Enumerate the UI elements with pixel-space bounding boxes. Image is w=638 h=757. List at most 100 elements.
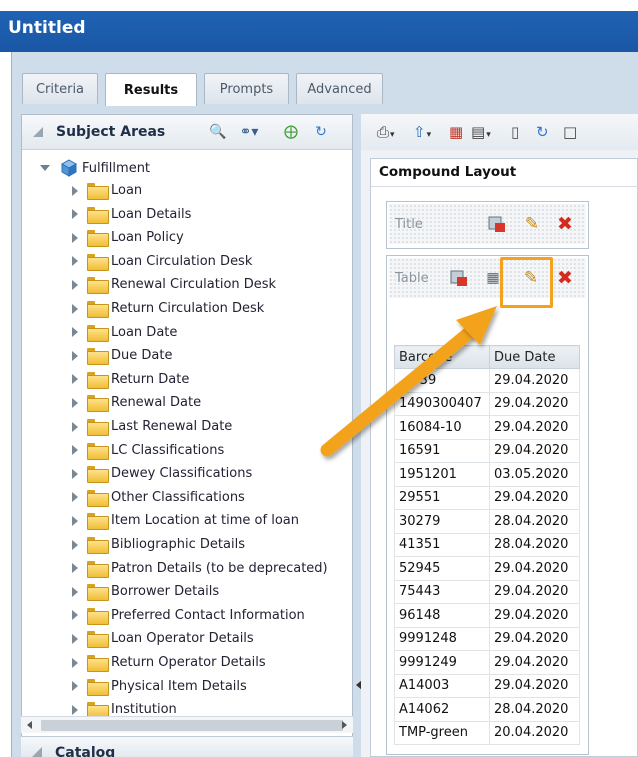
divider — [371, 186, 638, 187]
print-icon[interactable]: ⎙▾ — [377, 122, 395, 142]
horizontal-scrollbar[interactable] — [21, 716, 353, 733]
expand-icon[interactable] — [72, 303, 78, 314]
tab-criteria[interactable]: Criteria — [22, 73, 98, 104]
search-icon[interactable]: 🔍 — [209, 123, 227, 141]
tree-item-label: Loan Operator Details — [111, 631, 254, 647]
scroll-right-icon[interactable] — [342, 721, 347, 729]
expand-icon[interactable] — [72, 209, 78, 220]
options-icon[interactable]: ▯ — [511, 122, 519, 142]
tree-item-patron-details-to-be-deprecated[interactable]: Patron Details (to be deprecated) — [72, 557, 328, 580]
expand-icon[interactable] — [72, 279, 78, 290]
collapse-icon[interactable] — [33, 127, 43, 137]
expand-icon[interactable] — [72, 515, 78, 526]
tree-item-physical-item-details[interactable]: Physical Item Details — [72, 675, 247, 698]
expand-icon[interactable] — [72, 657, 78, 668]
folder-icon — [87, 348, 109, 366]
add-icon[interactable]: ⨁ — [282, 123, 300, 141]
tree-item-item-location-at-time-of-loan[interactable]: Item Location at time of loan — [72, 509, 299, 532]
folder-icon — [87, 253, 109, 271]
tree-item-bibliographic-details[interactable]: Bibliographic Details — [72, 533, 245, 556]
folder-icon — [87, 537, 109, 554]
expand-icon[interactable] — [40, 165, 50, 171]
tree-item-return-circulation-desk[interactable]: Return Circulation Desk — [72, 297, 264, 320]
tree-item-other-classifications[interactable]: Other Classifications — [72, 486, 245, 509]
scroll-left-icon[interactable] — [27, 721, 32, 729]
tab-advanced[interactable]: Advanced — [296, 73, 383, 104]
barcode-cell: 16084-10 — [394, 415, 490, 440]
tree-item-last-renewal-date[interactable]: Last Renewal Date — [72, 415, 232, 438]
table-row: 41351 28.04.2020 — [394, 532, 580, 557]
tree-item-return-date[interactable]: Return Date — [72, 368, 189, 391]
title-view-label: Title — [395, 217, 423, 232]
tree-item-return-operator-details[interactable]: Return Operator Details — [72, 651, 266, 674]
tab-results[interactable]: Results — [105, 73, 197, 106]
tree-item-due-date[interactable]: Due Date — [72, 344, 172, 367]
column-header-barcode[interactable]: Barcode — [394, 345, 490, 369]
view-menu-icon[interactable]: ▤▾ — [471, 122, 491, 142]
due-date-cell: 03.05.2020 — [489, 462, 580, 487]
tree-item-renewal-circulation-desk[interactable]: Renewal Circulation Desk — [72, 273, 276, 296]
column-header-due-date[interactable]: Due Date — [489, 345, 580, 369]
folder-icon — [87, 631, 109, 649]
more-icon[interactable]: □ — [563, 122, 577, 142]
delete-icon[interactable]: ✖ — [555, 214, 575, 234]
expand-icon[interactable] — [72, 492, 78, 503]
expand-icon[interactable] — [72, 468, 78, 479]
expand-icon[interactable] — [72, 421, 78, 432]
tree-item-dewey-classifications[interactable]: Dewey Classifications — [72, 462, 252, 485]
table-row: 16084-10 29.04.2020 — [394, 415, 580, 440]
folder-icon — [87, 678, 109, 696]
expand-icon[interactable] — [72, 539, 78, 550]
binoculars-icon[interactable]: ⚭▾ — [235, 123, 263, 141]
expand-icon[interactable] — [72, 374, 78, 385]
remove-from-layout-icon[interactable] — [449, 268, 469, 288]
subject-areas-panel: Subject Areas 🔍 ⚭▾ ⨁ ↻ Fulfillment Loan L… — [21, 114, 353, 757]
expand-icon[interactable] — [72, 445, 78, 456]
tree-item-preferred-contact-information[interactable]: Preferred Contact Information — [72, 604, 305, 627]
table-row: A14003 29.04.2020 — [394, 673, 580, 698]
expand-icon[interactable] — [72, 327, 78, 338]
export-icon[interactable]: ⇧▾ — [413, 122, 431, 142]
refresh-icon[interactable]: ↻ — [536, 122, 549, 142]
collapse-icon[interactable] — [32, 747, 42, 757]
expand-icon[interactable] — [72, 610, 78, 621]
edit-icon[interactable]: ✎ — [522, 214, 542, 234]
tree-item-loan[interactable]: Loan — [72, 179, 142, 202]
expand-icon[interactable] — [72, 681, 78, 692]
tree-item-borrower-details[interactable]: Borrower Details — [72, 580, 219, 603]
subject-areas-header: Subject Areas 🔍 ⚭▾ ⨁ ↻ — [22, 115, 352, 150]
catalog-header[interactable]: Catalog — [21, 736, 353, 757]
new-view-icon[interactable]: ▦ — [449, 122, 463, 142]
expand-icon[interactable] — [72, 232, 78, 243]
tree-item-lc-classifications[interactable]: LC Classifications — [72, 439, 224, 462]
refresh-icon[interactable]: ↻ — [312, 123, 330, 141]
tree-root[interactable]: Fulfillment — [40, 157, 150, 179]
table-row: TMP-green 20.04.2020 — [394, 720, 580, 745]
scroll-thumb[interactable] — [41, 720, 343, 731]
expand-icon[interactable] — [72, 563, 78, 574]
expand-icon[interactable] — [72, 256, 78, 267]
table-row: 1951201 03.05.2020 — [394, 462, 580, 487]
tree-item-loan-date[interactable]: Loan Date — [72, 321, 177, 344]
expand-icon[interactable] — [72, 350, 78, 361]
tree-root-label: Fulfillment — [82, 160, 151, 176]
table-view-header: Table ▦ ✎ ✖ — [389, 258, 586, 298]
expand-icon[interactable] — [72, 586, 78, 597]
expand-icon[interactable] — [72, 397, 78, 408]
table-row: 75443 29.04.2020 — [394, 579, 580, 604]
expand-icon[interactable] — [72, 185, 78, 196]
expand-icon[interactable] — [72, 704, 78, 715]
delete-icon[interactable]: ✖ — [555, 268, 575, 288]
tree-item-label: LC Classifications — [111, 442, 225, 458]
tree-item-loan-details[interactable]: Loan Details — [72, 203, 191, 226]
remove-from-layout-icon[interactable] — [487, 214, 507, 234]
tree-item-label: Item Location at time of loan — [111, 513, 299, 529]
tab-prompts[interactable]: Prompts — [204, 73, 289, 104]
tree-item-loan-policy[interactable]: Loan Policy — [72, 226, 184, 249]
tree-item-loan-circulation-desk[interactable]: Loan Circulation Desk — [72, 250, 252, 273]
tree-item-renewal-date[interactable]: Renewal Date — [72, 391, 201, 414]
tree-item-label: Renewal Circulation Desk — [111, 277, 277, 293]
subject-areas-title: Subject Areas — [56, 124, 166, 140]
tree-item-loan-operator-details[interactable]: Loan Operator Details — [72, 627, 254, 650]
expand-icon[interactable] — [72, 633, 78, 644]
